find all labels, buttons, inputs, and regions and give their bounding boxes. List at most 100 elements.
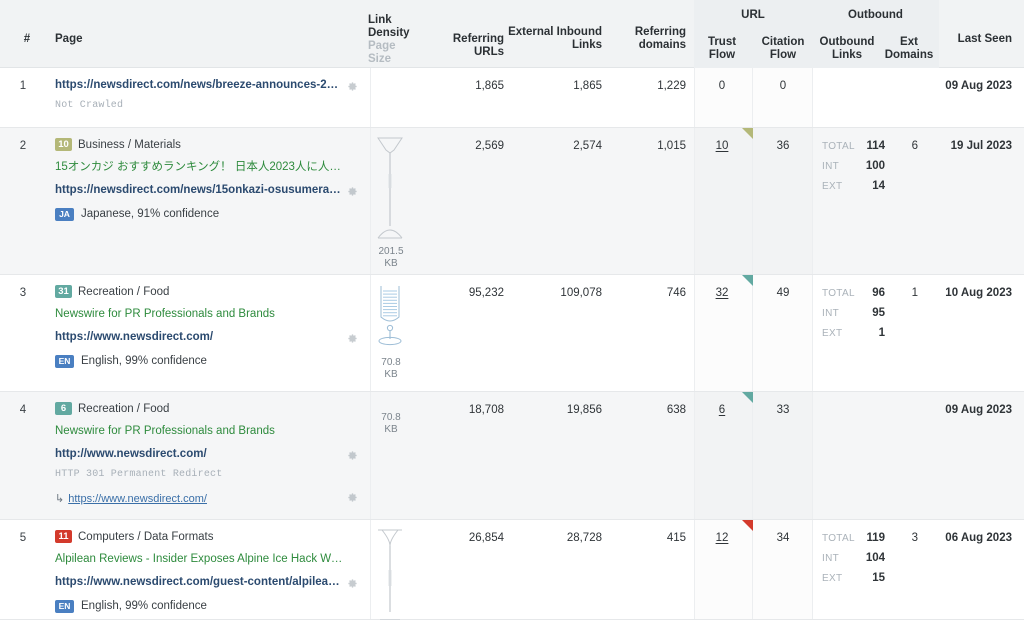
category-score-badge: 6: [55, 402, 72, 415]
language-line: EN English, 99% confidence: [55, 351, 207, 369]
column-separator: [694, 275, 695, 392]
outbound-int-label: INT: [822, 307, 839, 320]
column-separator: [812, 392, 813, 520]
referring-domains-value: 415: [612, 532, 686, 544]
table-row[interactable]: 5 11 Computers / Data Formats Alpilean Revi…: [0, 520, 1024, 620]
redirect-target[interactable]: ↳ https://www.newsdirect.com/: [55, 489, 207, 507]
outbound-ext-label: EXT: [822, 572, 842, 585]
last-seen-value: 06 Aug 2023: [930, 532, 1012, 544]
trust-flow-cell[interactable]: 12: [696, 532, 748, 544]
category-line: 31 Recreation / Food: [55, 285, 169, 299]
outbound-total-label: TOTAL: [822, 287, 855, 300]
outbound-int-label: INT: [822, 160, 839, 173]
column-header-link-density[interactable]: Link Density Page Size: [368, 14, 410, 66]
page-url[interactable]: http://www.newsdirect.com/: [55, 447, 343, 462]
row-index: 5: [8, 532, 38, 544]
trust-flow-link[interactable]: 10: [716, 140, 729, 152]
column-separator: [812, 520, 813, 620]
redirect-target-url[interactable]: https://www.newsdirect.com/: [68, 493, 207, 505]
column-header-index[interactable]: #: [12, 33, 42, 46]
row-index: 4: [8, 404, 38, 416]
external-inbound-links-value: 19,856: [508, 404, 602, 416]
category-label: Recreation / Food: [78, 403, 169, 415]
gear-icon[interactable]: [347, 79, 358, 90]
trust-flow-link[interactable]: 32: [716, 287, 729, 299]
page-url[interactable]: https://www.newsdirect.com/: [55, 330, 343, 345]
column-separator: [752, 128, 753, 275]
column-separator: [694, 68, 695, 128]
page-url[interactable]: https://www.newsdirect.com/guest-content…: [55, 575, 343, 590]
category-score-badge: 10: [55, 138, 72, 151]
category-line: 10Business / Materials: [55, 138, 181, 152]
outbound-ext-value: 1: [855, 327, 885, 340]
column-header-page[interactable]: Page: [55, 33, 83, 46]
gear-icon[interactable]: [347, 184, 358, 195]
table-row[interactable]: 331Recreation / FoodNewswire for PR Prof…: [0, 275, 1024, 392]
outbound-int-value: 100: [855, 160, 885, 173]
column-header-external-inbound-links[interactable]: External Inbound Links: [508, 26, 602, 52]
column-header-referring-domains[interactable]: Referring domains: [612, 26, 686, 52]
page-title[interactable]: Alpilean Reviews - Insider Exposes Alpin…: [55, 552, 345, 567]
trust-flow-cell[interactable]: 6: [696, 404, 748, 416]
outbound-ext-label: EXT: [822, 327, 842, 340]
column-header-outbound-links[interactable]: Outbound Links: [816, 36, 878, 62]
citation-flow-value: 0: [754, 80, 812, 92]
outbound-int-value: 104: [855, 552, 885, 565]
citation-flow-value: 36: [754, 140, 812, 152]
gear-icon[interactable]: [347, 331, 358, 342]
referring-domains-value: 1,015: [612, 140, 686, 152]
page-url[interactable]: https://newsdirect.com/news/15onkazi-osu…: [55, 183, 343, 198]
ext-domains-value: 1: [880, 287, 918, 299]
trust-flow-cell[interactable]: 10: [696, 140, 748, 152]
column-separator: [752, 520, 753, 620]
category-line: 11 Computers / Data Formats: [55, 530, 213, 544]
outbound-total-label: TOTAL: [822, 532, 855, 545]
language-label: English, 99% confidence: [81, 600, 207, 612]
link-density-figure: [368, 134, 412, 242]
column-separator: [752, 392, 753, 520]
column-separator: [812, 68, 813, 128]
page-title[interactable]: 15オンカジ おすすめランキング！ 日本人2023人に人気のオンラインカ...: [55, 160, 345, 175]
flow-indicator-triangle: [742, 128, 753, 139]
trust-flow-cell[interactable]: 32: [696, 287, 748, 299]
outbound-ext-value: 14: [855, 180, 885, 193]
external-inbound-links-value: 109,078: [508, 287, 602, 299]
column-header-referring-urls[interactable]: Referring URLs: [425, 33, 504, 59]
table-row[interactable]: 1https://newsdirect.com/news/breeze-anno…: [0, 68, 1024, 128]
gear-icon[interactable]: [347, 448, 358, 459]
language-badge: JA: [55, 208, 74, 221]
gear-icon[interactable]: [347, 576, 358, 587]
ext-domains-value: 6: [880, 140, 918, 152]
outbound-int-value: 95: [855, 307, 885, 320]
table-row[interactable]: 210Business / Materials15オンカジ おすすめランキング！…: [0, 128, 1024, 275]
external-inbound-links-value: 28,728: [508, 532, 602, 544]
page-title[interactable]: Newswire for PR Professionals and Brands: [55, 424, 345, 439]
language-badge: EN: [55, 355, 74, 368]
trust-flow-link[interactable]: 6: [719, 404, 725, 416]
redirect-arrow-icon: ↳: [55, 493, 64, 505]
category-score-badge: 31: [55, 285, 72, 298]
referring-urls-value: 95,232: [425, 287, 504, 299]
column-separator: [752, 68, 753, 128]
table-row[interactable]: 4 6 Recreation / Food Newswire for PR Profe…: [0, 392, 1024, 520]
category-label: Recreation / Food: [78, 286, 169, 298]
category-score-badge: 11: [55, 530, 72, 543]
table-header: URL Outbound # Page Link Density Page Si…: [0, 0, 1024, 68]
column-header-ext-domains[interactable]: Ext Domains: [880, 36, 938, 62]
category-label: Computers / Data Formats: [78, 531, 213, 543]
column-separator: [812, 275, 813, 392]
language-label: English, 99% confidence: [81, 355, 207, 367]
trust-flow-link[interactable]: 12: [716, 532, 729, 544]
referring-urls-value: 26,854: [425, 532, 504, 544]
page-size: 70.8KB: [368, 412, 414, 436]
flow-indicator-triangle: [742, 392, 753, 403]
gear-icon[interactable]: [347, 490, 358, 501]
column-header-citation-flow[interactable]: Citation Flow: [754, 36, 812, 62]
page-size: 201.5KB: [368, 246, 414, 270]
page-title[interactable]: Newswire for PR Professionals and Brands: [55, 307, 345, 322]
page-url[interactable]: https://newsdirect.com/news/breeze-annou…: [55, 78, 343, 93]
group-header-url: URL: [694, 9, 812, 21]
outbound-int-label: INT: [822, 552, 839, 565]
column-header-last-seen[interactable]: Last Seen: [940, 33, 1012, 46]
column-header-trust-flow[interactable]: Trust Flow: [696, 36, 748, 62]
